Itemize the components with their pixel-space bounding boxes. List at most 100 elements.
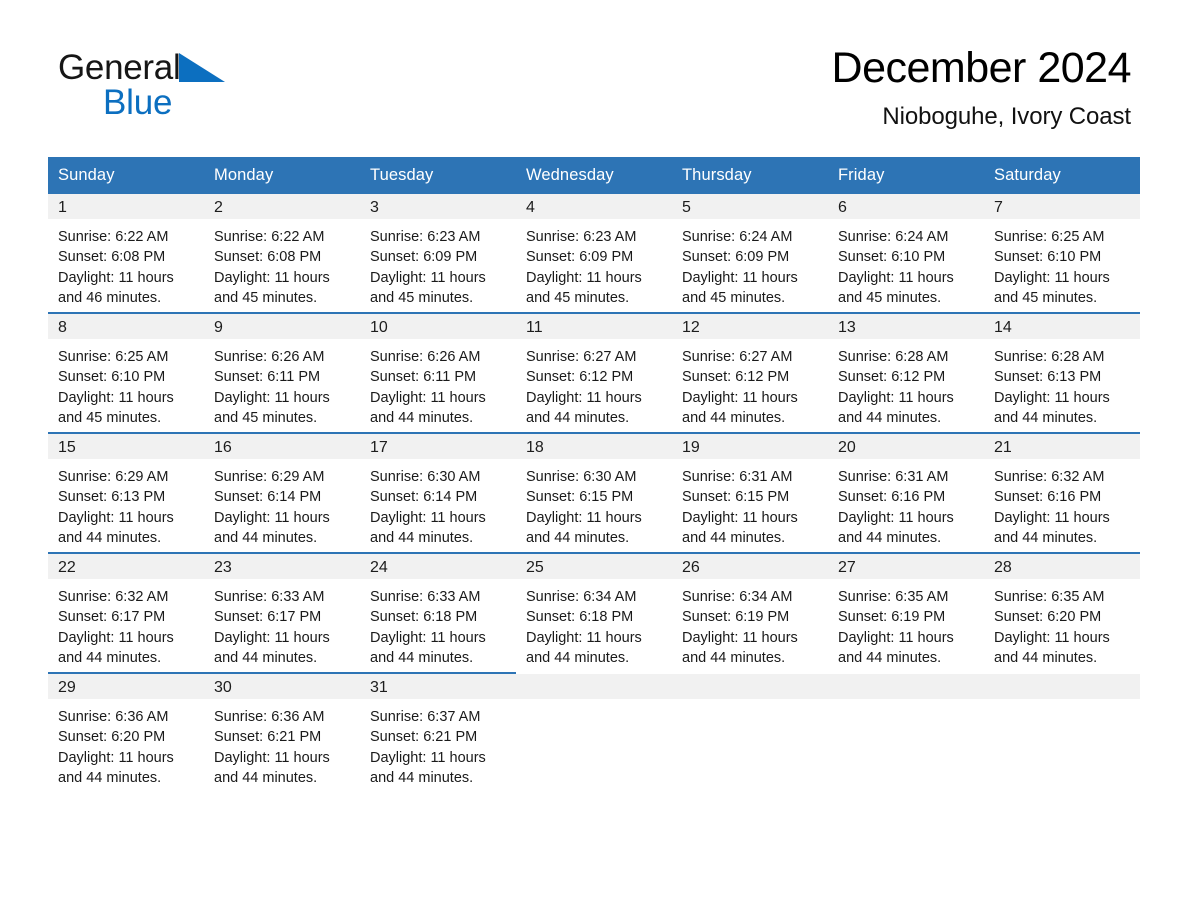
- day-info: Sunrise: 6:28 AM Sunset: 6:12 PM Dayligh…: [838, 349, 954, 426]
- day-info: Sunrise: 6:25 AM Sunset: 6:10 PM Dayligh…: [994, 229, 1110, 306]
- day-number: 29: [48, 674, 204, 699]
- day-number: 18: [516, 434, 672, 459]
- general-blue-logo[interactable]: General Blue: [58, 48, 226, 122]
- day-number: 3: [360, 194, 516, 219]
- day-info: Sunrise: 6:31 AM Sunset: 6:15 PM Dayligh…: [682, 469, 798, 546]
- day-cell[interactable]: 22 Sunrise: 6:32 AM Sunset: 6:17 PM Dayli…: [48, 554, 204, 672]
- day-cell[interactable]: 2 Sunrise: 6:22 AM Sunset: 6:08 PM Daylig…: [204, 194, 360, 312]
- day-cell[interactable]: 17 Sunrise: 6:30 AM Sunset: 6:14 PM Dayli…: [360, 434, 516, 552]
- day-number: [672, 674, 828, 699]
- day-cell-empty: [516, 674, 672, 792]
- day-info: Sunrise: 6:22 AM Sunset: 6:08 PM Dayligh…: [58, 229, 174, 306]
- day-info: Sunrise: 6:35 AM Sunset: 6:20 PM Dayligh…: [994, 589, 1110, 666]
- calendar-week-row: 22 Sunrise: 6:32 AM Sunset: 6:17 PM Dayli…: [48, 554, 1140, 672]
- day-number: 30: [204, 674, 360, 699]
- day-number: 28: [984, 554, 1140, 579]
- day-number: 19: [672, 434, 828, 459]
- day-info: Sunrise: 6:37 AM Sunset: 6:21 PM Dayligh…: [370, 709, 486, 786]
- day-info: Sunrise: 6:24 AM Sunset: 6:10 PM Dayligh…: [838, 229, 954, 306]
- day-number: 13: [828, 314, 984, 339]
- day-number: 22: [48, 554, 204, 579]
- calendar-week-row: 15 Sunrise: 6:29 AM Sunset: 6:13 PM Dayli…: [48, 434, 1140, 552]
- day-cell[interactable]: 16 Sunrise: 6:29 AM Sunset: 6:14 PM Dayli…: [204, 434, 360, 552]
- day-number: 23: [204, 554, 360, 579]
- day-cell[interactable]: 14 Sunrise: 6:28 AM Sunset: 6:13 PM Dayli…: [984, 314, 1140, 432]
- day-number: 24: [360, 554, 516, 579]
- day-number: 15: [48, 434, 204, 459]
- day-number: 1: [48, 194, 204, 219]
- day-number: 6: [828, 194, 984, 219]
- calendar-body: 1 Sunrise: 6:22 AM Sunset: 6:08 PM Daylig…: [48, 194, 1140, 792]
- day-cell[interactable]: 11 Sunrise: 6:27 AM Sunset: 6:12 PM Dayli…: [516, 314, 672, 432]
- day-cell[interactable]: 21 Sunrise: 6:32 AM Sunset: 6:16 PM Dayli…: [984, 434, 1140, 552]
- day-number: 4: [516, 194, 672, 219]
- day-cell[interactable]: 18 Sunrise: 6:30 AM Sunset: 6:15 PM Dayli…: [516, 434, 672, 552]
- day-number: [828, 674, 984, 699]
- day-cell[interactable]: 28 Sunrise: 6:35 AM Sunset: 6:20 PM Dayli…: [984, 554, 1140, 672]
- day-cell[interactable]: 3 Sunrise: 6:23 AM Sunset: 6:09 PM Daylig…: [360, 194, 516, 312]
- day-info: Sunrise: 6:36 AM Sunset: 6:21 PM Dayligh…: [214, 709, 330, 786]
- calendar-week-row: 29 Sunrise: 6:36 AM Sunset: 6:20 PM Dayli…: [48, 674, 1140, 792]
- calendar-container: Sunday Monday Tuesday Wednesday Thursday…: [48, 157, 1140, 792]
- day-info: Sunrise: 6:22 AM Sunset: 6:08 PM Dayligh…: [214, 229, 330, 306]
- day-cell[interactable]: 6 Sunrise: 6:24 AM Sunset: 6:10 PM Daylig…: [828, 194, 984, 312]
- day-cell-empty: [828, 674, 984, 792]
- day-cell[interactable]: 24 Sunrise: 6:33 AM Sunset: 6:18 PM Dayli…: [360, 554, 516, 672]
- weekday-header-friday: Friday: [828, 157, 984, 194]
- day-cell[interactable]: 12 Sunrise: 6:27 AM Sunset: 6:12 PM Dayli…: [672, 314, 828, 432]
- day-cell[interactable]: 31 Sunrise: 6:37 AM Sunset: 6:21 PM Dayli…: [360, 674, 516, 792]
- day-info: Sunrise: 6:32 AM Sunset: 6:17 PM Dayligh…: [58, 589, 174, 666]
- day-cell[interactable]: 13 Sunrise: 6:28 AM Sunset: 6:12 PM Dayli…: [828, 314, 984, 432]
- logo-text-general: General: [58, 48, 181, 87]
- day-number: 14: [984, 314, 1140, 339]
- day-number: 16: [204, 434, 360, 459]
- day-cell[interactable]: 25 Sunrise: 6:34 AM Sunset: 6:18 PM Dayli…: [516, 554, 672, 672]
- weekday-header-wednesday: Wednesday: [516, 157, 672, 194]
- location-subtitle: Nioboguhe, Ivory Coast: [882, 103, 1131, 131]
- day-cell[interactable]: 5 Sunrise: 6:24 AM Sunset: 6:09 PM Daylig…: [672, 194, 828, 312]
- triangle-logo-icon: [179, 53, 226, 82]
- day-number: 26: [672, 554, 828, 579]
- day-number: 8: [48, 314, 204, 339]
- day-info: Sunrise: 6:32 AM Sunset: 6:16 PM Dayligh…: [994, 469, 1110, 546]
- day-number: 11: [516, 314, 672, 339]
- day-info: [672, 699, 828, 707]
- day-cell[interactable]: 4 Sunrise: 6:23 AM Sunset: 6:09 PM Daylig…: [516, 194, 672, 312]
- day-info: Sunrise: 6:29 AM Sunset: 6:14 PM Dayligh…: [214, 469, 330, 546]
- calendar-header-row: Sunday Monday Tuesday Wednesday Thursday…: [48, 157, 1140, 194]
- day-cell[interactable]: 15 Sunrise: 6:29 AM Sunset: 6:13 PM Dayli…: [48, 434, 204, 552]
- calendar-week-row: 8 Sunrise: 6:25 AM Sunset: 6:10 PM Daylig…: [48, 314, 1140, 432]
- day-info: Sunrise: 6:30 AM Sunset: 6:15 PM Dayligh…: [526, 469, 642, 546]
- day-cell[interactable]: 26 Sunrise: 6:34 AM Sunset: 6:19 PM Dayli…: [672, 554, 828, 672]
- title-block: December 2024 Nioboguhe, Ivory Coast: [832, 45, 1132, 131]
- day-info: Sunrise: 6:27 AM Sunset: 6:12 PM Dayligh…: [682, 349, 798, 426]
- day-info: Sunrise: 6:30 AM Sunset: 6:14 PM Dayligh…: [370, 469, 486, 546]
- day-number: 27: [828, 554, 984, 579]
- weekday-header-tuesday: Tuesday: [360, 157, 516, 194]
- day-cell[interactable]: 9 Sunrise: 6:26 AM Sunset: 6:11 PM Daylig…: [204, 314, 360, 432]
- day-cell[interactable]: 20 Sunrise: 6:31 AM Sunset: 6:16 PM Dayli…: [828, 434, 984, 552]
- day-number: [516, 674, 672, 699]
- day-number: 17: [360, 434, 516, 459]
- day-info: [984, 699, 1140, 707]
- day-cell[interactable]: 29 Sunrise: 6:36 AM Sunset: 6:20 PM Dayli…: [48, 674, 204, 792]
- day-info: Sunrise: 6:23 AM Sunset: 6:09 PM Dayligh…: [370, 229, 486, 306]
- day-number: [984, 674, 1140, 699]
- day-cell[interactable]: 10 Sunrise: 6:26 AM Sunset: 6:11 PM Dayli…: [360, 314, 516, 432]
- day-info: Sunrise: 6:35 AM Sunset: 6:19 PM Dayligh…: [838, 589, 954, 666]
- day-info: [828, 699, 984, 707]
- day-cell[interactable]: 7 Sunrise: 6:25 AM Sunset: 6:10 PM Daylig…: [984, 194, 1140, 312]
- day-cell[interactable]: 1 Sunrise: 6:22 AM Sunset: 6:08 PM Daylig…: [48, 194, 204, 312]
- day-info: Sunrise: 6:33 AM Sunset: 6:17 PM Dayligh…: [214, 589, 330, 666]
- day-cell[interactable]: 30 Sunrise: 6:36 AM Sunset: 6:21 PM Dayli…: [204, 674, 360, 792]
- logo-text-blue: Blue: [103, 83, 173, 122]
- day-cell[interactable]: 19 Sunrise: 6:31 AM Sunset: 6:15 PM Dayli…: [672, 434, 828, 552]
- day-cell[interactable]: 27 Sunrise: 6:35 AM Sunset: 6:19 PM Dayli…: [828, 554, 984, 672]
- day-number: 25: [516, 554, 672, 579]
- day-info: Sunrise: 6:28 AM Sunset: 6:13 PM Dayligh…: [994, 349, 1110, 426]
- day-cell[interactable]: 8 Sunrise: 6:25 AM Sunset: 6:10 PM Daylig…: [48, 314, 204, 432]
- day-info: [516, 699, 672, 707]
- day-info: Sunrise: 6:34 AM Sunset: 6:19 PM Dayligh…: [682, 589, 798, 666]
- day-cell-empty: [672, 674, 828, 792]
- day-cell[interactable]: 23 Sunrise: 6:33 AM Sunset: 6:17 PM Dayli…: [204, 554, 360, 672]
